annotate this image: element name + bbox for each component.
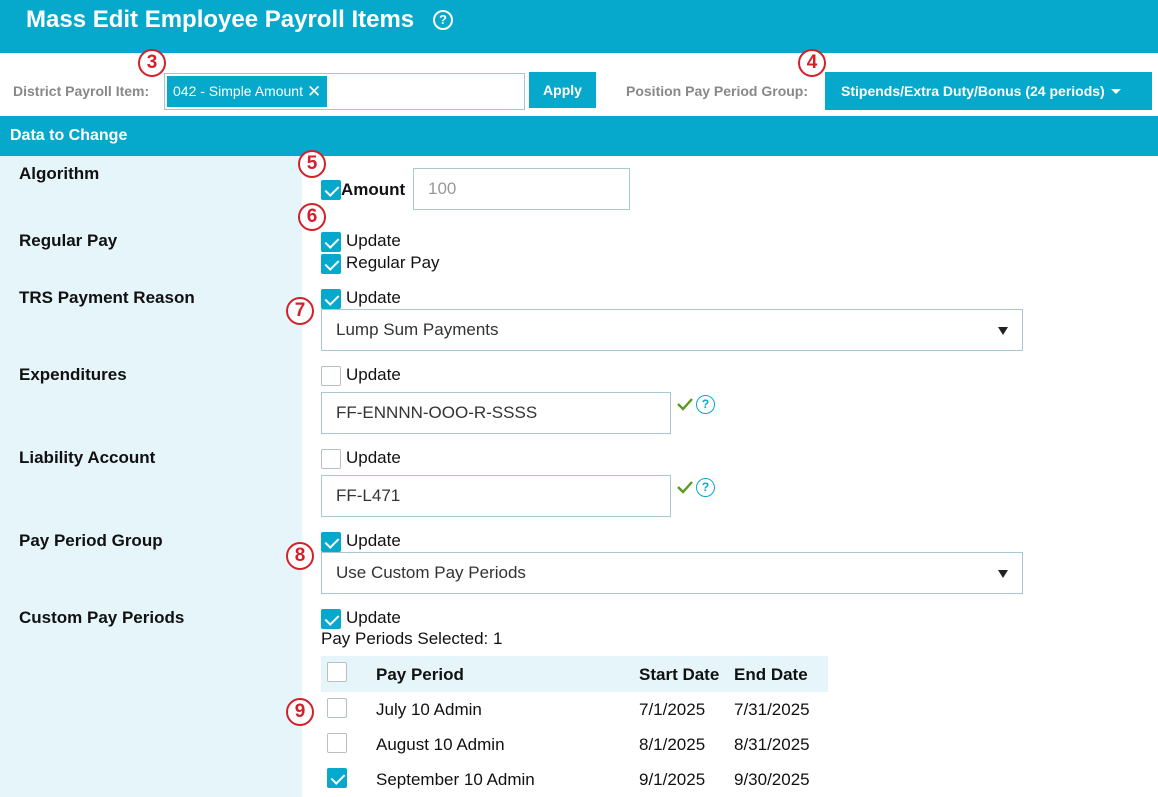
column-header-end-date: End Date [734,665,808,684]
pay-period-group-update-checkbox[interactable] [321,532,341,552]
start-date: 7/1/2025 [639,700,706,719]
pay-period-name: September 10 Admin [376,770,535,789]
regular-pay-checkbox-label: Regular Pay [346,253,440,272]
step-marker-7: 7 [286,297,314,325]
regular-pay-update-label: Update [346,231,401,250]
liability-update-label: Update [346,448,401,467]
labels-panel [0,156,302,797]
row-checkbox[interactable] [327,733,347,753]
expenditures-label: Expenditures [19,365,127,384]
district-payroll-item-select[interactable]: 042 - Simple Amount ✕ [164,73,525,110]
step-marker-8: 8 [286,542,314,570]
expenditures-update-checkbox[interactable] [321,366,341,386]
apply-button[interactable]: Apply [529,72,596,108]
filter-bar: District Payroll Item: 042 - Simple Amou… [0,53,1158,116]
regular-pay-label: Regular Pay [19,231,118,250]
step-marker-6: 6 [298,203,326,231]
select-all-checkbox[interactable] [327,662,347,682]
liability-account-label: Liability Account [19,448,156,467]
expenditures-update-label: Update [346,365,401,384]
caret-down-icon [998,570,1008,578]
valid-check-icon [677,481,693,494]
step-marker-3: 3 [138,49,166,77]
liability-help-icon[interactable]: ? [696,478,715,497]
caret-down-icon [1110,89,1121,94]
step-marker-4: 4 [798,49,826,77]
trs-update-label: Update [346,288,401,307]
caret-down-icon [998,327,1008,335]
trs-payment-reason-select[interactable]: Lump Sum Payments [321,309,1023,351]
end-date: 7/31/2025 [734,700,810,719]
amount-checkbox-label: Amount [341,180,406,199]
section-title: Data to Change [10,127,128,144]
expenditures-help-icon[interactable]: ? [696,395,715,414]
row-checkbox[interactable] [327,768,347,788]
pay-period-group-label: Pay Period Group [19,531,163,550]
step-marker-9: 9 [286,698,314,726]
chip-label: 042 - Simple Amount [173,83,303,99]
amount-checkbox[interactable] [321,180,341,200]
pay-period-name: August 10 Admin [376,735,505,754]
column-header-pay-period: Pay Period [376,665,464,684]
help-icon[interactable]: ? [433,10,453,30]
expenditures-input[interactable]: FF-ENNNN-OOO-R-SSSS [321,392,671,434]
position-pay-period-group-dropdown[interactable]: Stipends/Extra Duty/Bonus (24 periods) [825,72,1152,110]
trs-update-checkbox[interactable] [321,289,341,309]
pay-period-table-header: Pay Period Start Date End Date [321,656,828,692]
end-date: 8/31/2025 [734,735,810,754]
regular-pay-checkbox[interactable] [321,254,341,274]
custom-pay-periods-update-label: Update [346,608,401,627]
trs-payment-reason-label: TRS Payment Reason [19,288,195,307]
district-payroll-item-label: District Payroll Item: [13,83,150,99]
pay-period-group-update-label: Update [346,531,401,550]
dropdown-value: Stipends/Extra Duty/Bonus (24 periods) [841,83,1105,99]
title-bar: Mass Edit Employee Payroll Items ? [0,0,1158,53]
column-header-start-date: Start Date [639,665,720,684]
custom-pay-periods-update-checkbox[interactable] [321,609,341,629]
page-title: Mass Edit Employee Payroll Items [26,6,415,33]
amount-input[interactable]: 100 [413,168,630,210]
pay-periods-selected-count: Pay Periods Selected: 1 [321,629,503,648]
pay-period-group-select[interactable]: Use Custom Pay Periods [321,552,1023,594]
trs-selected-value: Lump Sum Payments [336,320,499,339]
liability-account-input[interactable]: FF-L471 [321,475,671,517]
start-date: 8/1/2025 [639,735,706,754]
section-header: Data to Change [0,116,1158,156]
row-checkbox[interactable] [327,698,347,718]
start-date: 9/1/2025 [639,770,706,789]
remove-chip-icon[interactable]: ✕ [307,76,321,107]
liability-update-checkbox[interactable] [321,449,341,469]
selected-item-chip: 042 - Simple Amount ✕ [167,76,328,107]
position-pay-period-group-label: Position Pay Period Group: [626,83,809,99]
pay-period-group-selected-value: Use Custom Pay Periods [336,563,526,582]
pay-period-name: July 10 Admin [376,700,482,719]
custom-pay-periods-label: Custom Pay Periods [19,608,185,627]
step-marker-5: 5 [298,150,326,178]
valid-check-icon [677,398,693,411]
algorithm-label: Algorithm [19,164,100,183]
end-date: 9/30/2025 [734,770,810,789]
regular-pay-update-checkbox[interactable] [321,232,341,252]
